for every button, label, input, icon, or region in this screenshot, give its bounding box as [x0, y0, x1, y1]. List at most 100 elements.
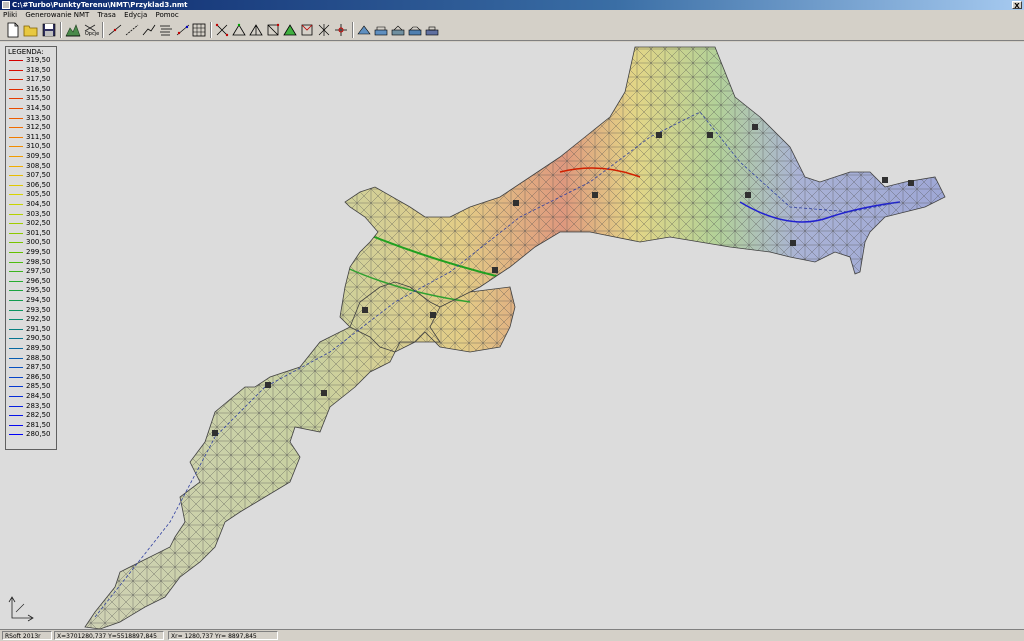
legend-item: 300,50 [9, 238, 57, 248]
legend-swatch [9, 146, 23, 148]
legend-value: 317,50 [26, 75, 51, 84]
legend-value: 312,50 [26, 123, 51, 132]
legend-swatch [9, 232, 23, 234]
menu-pomoc[interactable]: Pomoc [152, 10, 181, 20]
legend-swatch [9, 136, 23, 138]
terrain-view-button[interactable] [65, 22, 81, 38]
profile-3-button[interactable] [390, 22, 406, 38]
tin-3-button[interactable] [248, 22, 264, 38]
legend-swatch [9, 309, 23, 311]
profile-5-button[interactable] [424, 22, 440, 38]
tin-7-button[interactable] [316, 22, 332, 38]
points-button[interactable] [175, 22, 191, 38]
tin-6-icon [301, 24, 313, 36]
menu-edycja[interactable]: Edycja [121, 10, 150, 20]
options-button[interactable]: Opcje [82, 22, 99, 38]
legend-value: 282,50 [26, 411, 51, 420]
legend-item: 284,50 [9, 392, 57, 402]
menu-trasa[interactable]: Trasa [95, 10, 119, 20]
menu-generowanie-nmt[interactable]: Generowanie NMT [22, 10, 92, 20]
legend-title: LEGENDA: [8, 48, 44, 56]
legend-value: 281,50 [26, 420, 51, 429]
legend-item: 310,50 [9, 142, 57, 152]
legend-swatch [9, 319, 23, 321]
legend-swatch [9, 213, 23, 215]
terrain-mesh-view[interactable] [0, 42, 1024, 629]
legend-value: 291,50 [26, 324, 51, 333]
line-1-button[interactable] [107, 22, 123, 38]
legend-swatch [9, 127, 23, 129]
legend-swatch [9, 271, 23, 273]
legend-swatch [9, 79, 23, 81]
legend-item: 287,50 [9, 363, 57, 373]
legend-value: 295,50 [26, 286, 51, 295]
survey-marker-icon [362, 307, 368, 313]
status-version: RSoft 2013r [2, 631, 52, 640]
legend-item: 318,50 [9, 66, 57, 76]
save-button[interactable] [41, 22, 57, 38]
tin-1-button[interactable] [214, 22, 230, 38]
legend-item: 305,50 [9, 190, 57, 200]
line-2-button[interactable] [124, 22, 140, 38]
legend-item: 293,50 [9, 306, 57, 316]
legend-value: 319,50 [26, 56, 51, 64]
tin-8-button[interactable] [333, 22, 349, 38]
legend-item: 286,50 [9, 373, 57, 383]
legend-item: 319,50 [9, 56, 57, 66]
legend-item: 309,50 [9, 152, 57, 162]
survey-marker-icon [882, 177, 888, 183]
legend-value: 289,50 [26, 344, 51, 352]
legend-item: 303,50 [9, 210, 57, 220]
map-canvas[interactable]: LEGENDA: 319,50 318,50 317,50 316,50 315,50 3… [0, 42, 1024, 629]
profile-1-button[interactable] [356, 22, 372, 38]
tin-2-button[interactable] [231, 22, 247, 38]
legend-swatch [9, 88, 23, 90]
legend-item: 283,50 [9, 402, 57, 412]
tin-6-button[interactable] [299, 22, 315, 38]
tin-8-icon [335, 24, 347, 36]
menu-pliki[interactable]: Pliki [0, 10, 20, 20]
tin-5-button[interactable] [282, 22, 298, 38]
legend-value: 284,50 [26, 392, 51, 400]
survey-marker-icon [513, 200, 519, 206]
app-icon[interactable] [2, 1, 10, 9]
legend-swatch [9, 156, 23, 157]
legend-swatch [9, 348, 23, 349]
tin-mesh [85, 47, 945, 629]
status-global-coordinates: X=3701280,737 Y=5518897,845 [54, 631, 164, 640]
close-button[interactable]: X [1012, 1, 1022, 10]
axis-indicator-icon [8, 596, 34, 622]
legend-item: 311,50 [9, 133, 57, 143]
save-icon [42, 23, 56, 37]
profile-4-button[interactable] [407, 22, 423, 38]
legend-value: 300,50 [26, 238, 51, 247]
legend-item: 288,50 [9, 354, 57, 364]
line-1-icon [108, 24, 122, 36]
grid-button[interactable] [191, 22, 207, 38]
contour-button[interactable] [158, 22, 174, 38]
survey-marker-icon [656, 132, 662, 138]
legend-item: 282,50 [9, 411, 57, 421]
tin-4-button[interactable] [265, 22, 281, 38]
open-button[interactable] [23, 22, 39, 38]
legend-value: 306,50 [26, 180, 51, 189]
legend-swatch [9, 108, 23, 109]
line-3-button[interactable] [141, 22, 157, 38]
status-bar: RSoft 2013r X=3701280,737 Y=5518897,845 … [0, 629, 1024, 640]
profile-3-icon [391, 25, 405, 36]
legend-item: 304,50 [9, 200, 57, 210]
legend-value: 309,50 [26, 152, 51, 160]
legend-swatch [9, 396, 23, 397]
legend-value: 310,50 [26, 142, 51, 151]
profile-2-button[interactable] [373, 22, 389, 38]
profile-4-icon [408, 26, 422, 36]
legend-item: 292,50 [9, 315, 57, 325]
survey-marker-icon [265, 382, 271, 388]
legend-swatch [9, 300, 23, 301]
points-icon [176, 24, 190, 36]
legend-item: 297,50 [9, 267, 57, 277]
legend-swatch [9, 117, 23, 119]
legend-value: 280,50 [26, 430, 51, 439]
new-file-button[interactable] [5, 22, 21, 38]
legend-value: 296,50 [26, 276, 51, 285]
